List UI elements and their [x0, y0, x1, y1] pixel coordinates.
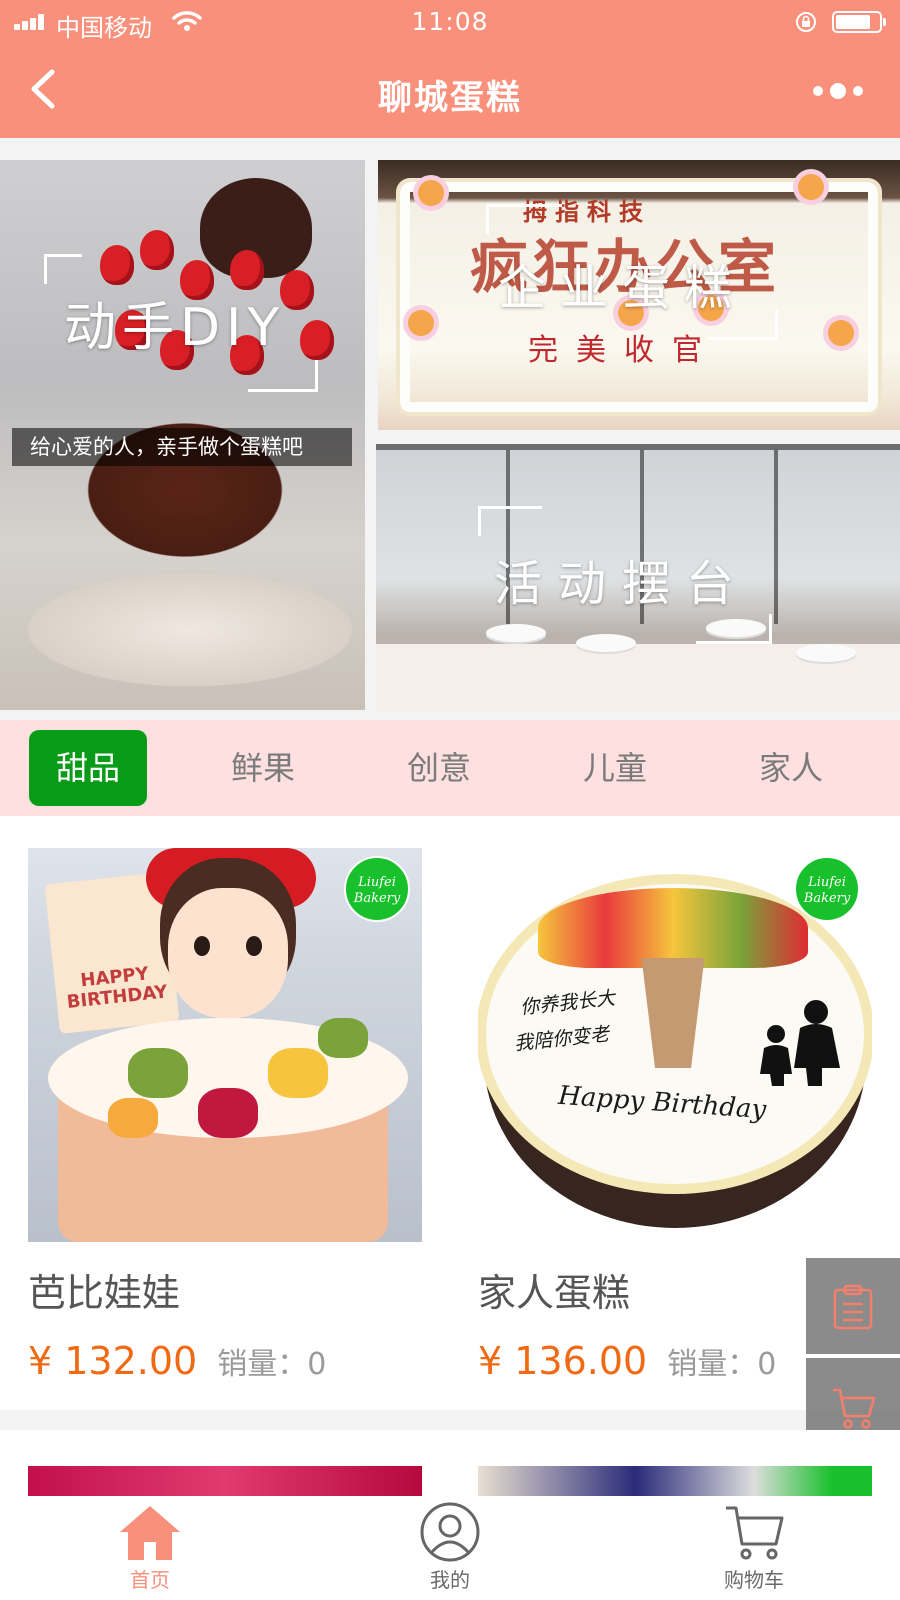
product-image-family-cake[interactable]: 你养我长大 我陪你变老 Happy Birthday Liufei Bakery — [478, 848, 872, 1242]
banner-diy[interactable]: 动手DIY 给心爱的人，亲手做个蛋糕吧 — [0, 160, 365, 710]
status-bar: 中国移动 11:08 — [0, 0, 900, 44]
product-meta: ¥ 132.00 销量：0 — [28, 1339, 422, 1387]
family-silhouette-image — [760, 1000, 840, 1086]
product-card[interactable]: HAPPY BIRTHDAY Liufei Bakery 芭比娃娃 ¥ 132.… — [28, 848, 422, 1387]
bottom-tab-bar: 首页 我的 购物车 — [0, 1496, 900, 1600]
product-price: ¥ 132.00 — [28, 1339, 198, 1383]
product-image-next-2[interactable] — [478, 1466, 872, 1500]
product-name[interactable]: 芭比娃娃 — [28, 1262, 422, 1317]
banner-corporate-title: 企业蛋糕 — [498, 260, 747, 316]
birthday-card-text: HAPPY BIRTHDAY — [65, 963, 169, 1013]
battery-icon — [832, 11, 886, 33]
user-icon — [420, 1502, 480, 1562]
tab-dessert[interactable]: 甜品 — [29, 730, 147, 806]
brand-badge: Liufei Bakery — [344, 856, 410, 922]
banner-diy-title: 动手DIY — [64, 298, 286, 358]
product-image-next-1[interactable] — [28, 1466, 422, 1500]
tabbar-cart-label: 购物车 — [724, 1568, 784, 1592]
status-time: 11:08 — [411, 7, 489, 36]
cart-icon — [833, 1388, 876, 1429]
sales-label: 销量： — [217, 1347, 308, 1382]
category-tabs: 甜品 鲜果 创意 儿童 家人 — [0, 720, 900, 816]
tab-fresh-fruit[interactable]: 鲜果 — [204, 730, 322, 806]
tabbar-home-label: 首页 — [130, 1568, 170, 1592]
doll-face-image — [168, 888, 288, 1018]
sales-value: 0 — [757, 1347, 777, 1382]
tab-family[interactable]: 家人 — [732, 730, 850, 806]
order-list-button[interactable] — [806, 1258, 900, 1354]
tabbar-home[interactable]: 首页 — [80, 1502, 220, 1593]
banner-event[interactable]: 活动摆台 — [376, 444, 900, 712]
rotation-lock-icon — [796, 12, 816, 32]
cake-text-bottom: 完美收官 — [528, 333, 720, 368]
brand-badge: Liufei Bakery — [794, 856, 860, 922]
banner-corporate[interactable]: 拇指科技 疯狂办公室 完美收官 企业蛋糕 — [378, 160, 900, 430]
product-image-doll-cake[interactable]: HAPPY BIRTHDAY Liufei Bakery — [28, 848, 422, 1242]
tab-creative[interactable]: 创意 — [380, 730, 498, 806]
tab-kids[interactable]: 儿童 — [556, 730, 674, 806]
page-title: 聊城蛋糕 — [378, 78, 522, 118]
app-header: 中国移动 11:08 聊城蛋糕 — [0, 0, 900, 138]
fruit-topping-image — [538, 888, 808, 968]
home-icon — [120, 1506, 180, 1560]
tabbar-profile[interactable]: 我的 — [380, 1502, 520, 1593]
banner-diy-subtitle: 给心爱的人，亲手做个蛋糕吧 — [12, 428, 352, 466]
product-row-next — [0, 1430, 900, 1500]
banner-event-title: 活动摆台 — [494, 556, 751, 612]
product-price: ¥ 136.00 — [478, 1339, 648, 1383]
tabbar-profile-label: 我的 — [430, 1568, 470, 1592]
more-dots-icon[interactable] — [808, 76, 868, 106]
cart-icon — [726, 1506, 784, 1560]
sales-label: 销量： — [667, 1347, 758, 1382]
clipboard-icon — [833, 1284, 873, 1330]
tabbar-cart[interactable]: 购物车 — [684, 1502, 824, 1593]
sales-value: 0 — [307, 1347, 327, 1382]
product-grid: HAPPY BIRTHDAY Liufei Bakery 芭比娃娃 ¥ 132.… — [0, 816, 900, 1410]
